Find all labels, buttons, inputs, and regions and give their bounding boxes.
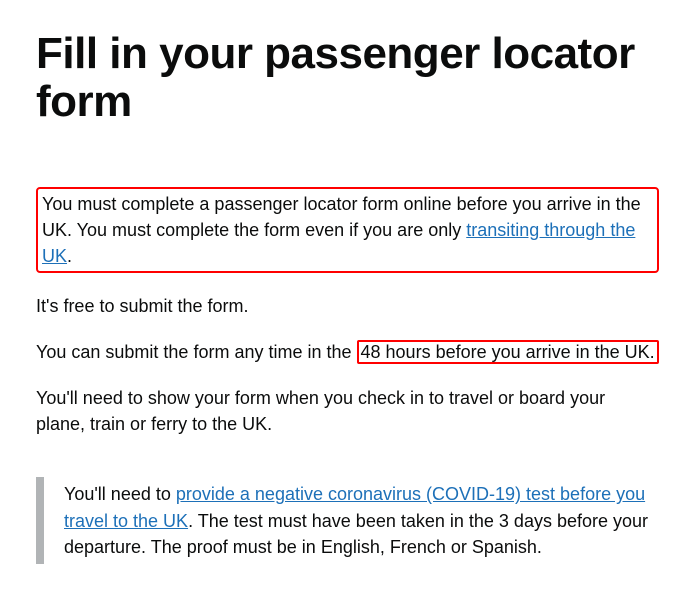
timing-paragraph: You can submit the form any time in the …	[36, 339, 659, 365]
highlight-annotation-box: You must complete a passenger locator fo…	[36, 187, 659, 273]
timing-text-1: You can submit the form any time in the	[36, 342, 357, 362]
show-form-paragraph: You'll need to show your form when you c…	[36, 385, 659, 437]
intro-text-2: .	[67, 246, 72, 266]
inset-text-1: You'll need to	[64, 484, 176, 504]
inset-panel: You'll need to provide a negative corona…	[36, 477, 659, 563]
inset-paragraph: You'll need to provide a negative corona…	[64, 481, 659, 559]
intro-paragraph: You must complete a passenger locator fo…	[42, 191, 653, 269]
highlight-annotation-inline: 48 hours before you arrive in the UK.	[357, 340, 659, 364]
page-title: Fill in your passenger locator form	[36, 30, 659, 127]
free-paragraph: It's free to submit the form.	[36, 293, 659, 319]
